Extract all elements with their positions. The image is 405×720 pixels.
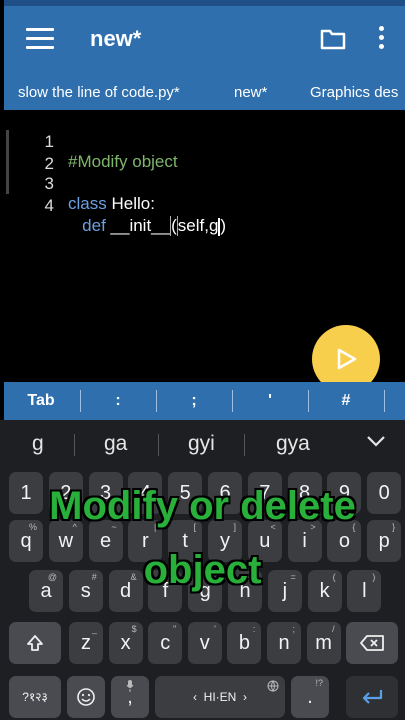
key-hint: : (252, 624, 256, 634)
key-label: v (199, 632, 210, 654)
menu-icon[interactable] (26, 28, 54, 50)
suggestion[interactable]: gya (276, 432, 310, 456)
emoji-icon (77, 688, 95, 706)
code-line-3: 3 class Hello: (4, 154, 155, 213)
period-key[interactable]: . !? (291, 676, 329, 718)
caption-line-2: object (143, 548, 262, 592)
open-paren: ( (170, 216, 178, 236)
divider (74, 434, 75, 456)
function-name: __init__ (105, 216, 171, 235)
symbol-tab[interactable]: Tab (26, 392, 56, 410)
key-n[interactable]: n; (267, 622, 301, 664)
key-label: p (378, 530, 390, 552)
status-bar (4, 0, 405, 6)
divider (244, 434, 245, 456)
chevron-down-icon[interactable] (366, 434, 386, 448)
backspace-key[interactable] (346, 622, 398, 664)
key-hint: ; (292, 624, 295, 634)
key-label: i (302, 530, 307, 552)
class-definition: class Hello: (68, 194, 155, 214)
key-label: c (160, 632, 171, 654)
divider (232, 390, 233, 412)
key-label: n (278, 632, 290, 654)
key-hint: / (332, 624, 335, 634)
period-label: . (307, 686, 313, 708)
symbols-key[interactable]: ?१२३ (9, 676, 61, 718)
class-name: Hello: (106, 194, 155, 213)
key-m[interactable]: m / (306, 622, 341, 664)
key-hint: ' (214, 624, 216, 634)
comment-text: #Modify object (68, 152, 178, 171)
shift-icon (27, 635, 43, 651)
tab-slow-line[interactable]: slow the line of code.py* (18, 84, 180, 101)
key-label: e (100, 530, 112, 552)
key-label: m (315, 632, 332, 654)
line-number: 4 (44, 196, 54, 215)
divider (80, 390, 81, 412)
code-line-4: 4 def __init__(self,g) (4, 176, 226, 236)
key-label: w (58, 530, 74, 552)
key-label: o (338, 530, 350, 552)
code-line-1: 1 #Modify object (4, 112, 178, 171)
more-vert-icon[interactable] (376, 26, 386, 52)
key-hint: $ (131, 624, 137, 634)
divider (308, 390, 309, 412)
mic-icon (126, 680, 134, 692)
suggestion[interactable]: gyi (188, 432, 215, 456)
keyword-def: def (82, 216, 106, 235)
backspace-icon (360, 635, 384, 651)
key-label: x (120, 632, 131, 654)
enter-icon (362, 690, 383, 704)
symbol-quote[interactable]: ' (260, 392, 280, 410)
key-x[interactable]: x $ (108, 622, 143, 664)
keyword-class: class (68, 194, 107, 213)
line-number: 2 (44, 154, 54, 173)
key-label: b (238, 632, 250, 654)
screen: new* slow the line of code.py* new* Grap… (0, 0, 405, 720)
app-bar: new* (4, 0, 405, 78)
def-statement: def __init__(self,g) (68, 216, 226, 236)
tab-new[interactable]: new* (234, 84, 267, 101)
file-tabs: slow the line of code.py* new* Graphics … (4, 78, 405, 110)
language-label: ‹ HI·EN › (192, 690, 247, 704)
emoji-key[interactable] (67, 676, 105, 718)
symbol-colon[interactable]: : (108, 392, 128, 410)
suggestion[interactable]: g (32, 432, 44, 456)
code-line-2: 2 (4, 134, 54, 173)
period-hint: !? (315, 678, 323, 688)
globe-icon (267, 680, 279, 692)
key-c[interactable]: c " (148, 622, 183, 664)
key-v[interactable]: v ' (187, 622, 222, 664)
divider (384, 390, 385, 412)
symbol-hash[interactable]: # (336, 392, 356, 410)
key-hint: " (172, 624, 177, 634)
key-z[interactable]: z _ (69, 622, 103, 664)
folder-icon[interactable] (320, 28, 346, 50)
key-label: q (20, 530, 32, 552)
line-number: 1 (44, 132, 54, 151)
caption-line-1: Modify or delete (49, 484, 356, 528)
space-bar[interactable]: ‹ HI·EN › (155, 676, 285, 718)
shift-key[interactable] (9, 622, 61, 664)
suggestion[interactable]: ga (104, 432, 127, 456)
close-paren: ) (220, 216, 227, 235)
symbol-semicolon[interactable]: ; (184, 392, 204, 410)
key-hint: _ (91, 624, 97, 634)
tab-graphics[interactable]: Graphics des (310, 84, 398, 101)
line-number: 3 (44, 174, 54, 193)
play-icon (337, 348, 357, 370)
arguments: self,g (177, 216, 219, 235)
key-label: z (81, 632, 91, 654)
app-title: new* (90, 26, 142, 51)
divider (156, 390, 157, 412)
symbol-bar: Tab : ; ' # (4, 382, 405, 420)
key-b[interactable]: b: (227, 622, 262, 664)
comma-key[interactable]: , (111, 676, 149, 718)
divider (158, 434, 159, 456)
enter-key[interactable] (346, 676, 398, 718)
